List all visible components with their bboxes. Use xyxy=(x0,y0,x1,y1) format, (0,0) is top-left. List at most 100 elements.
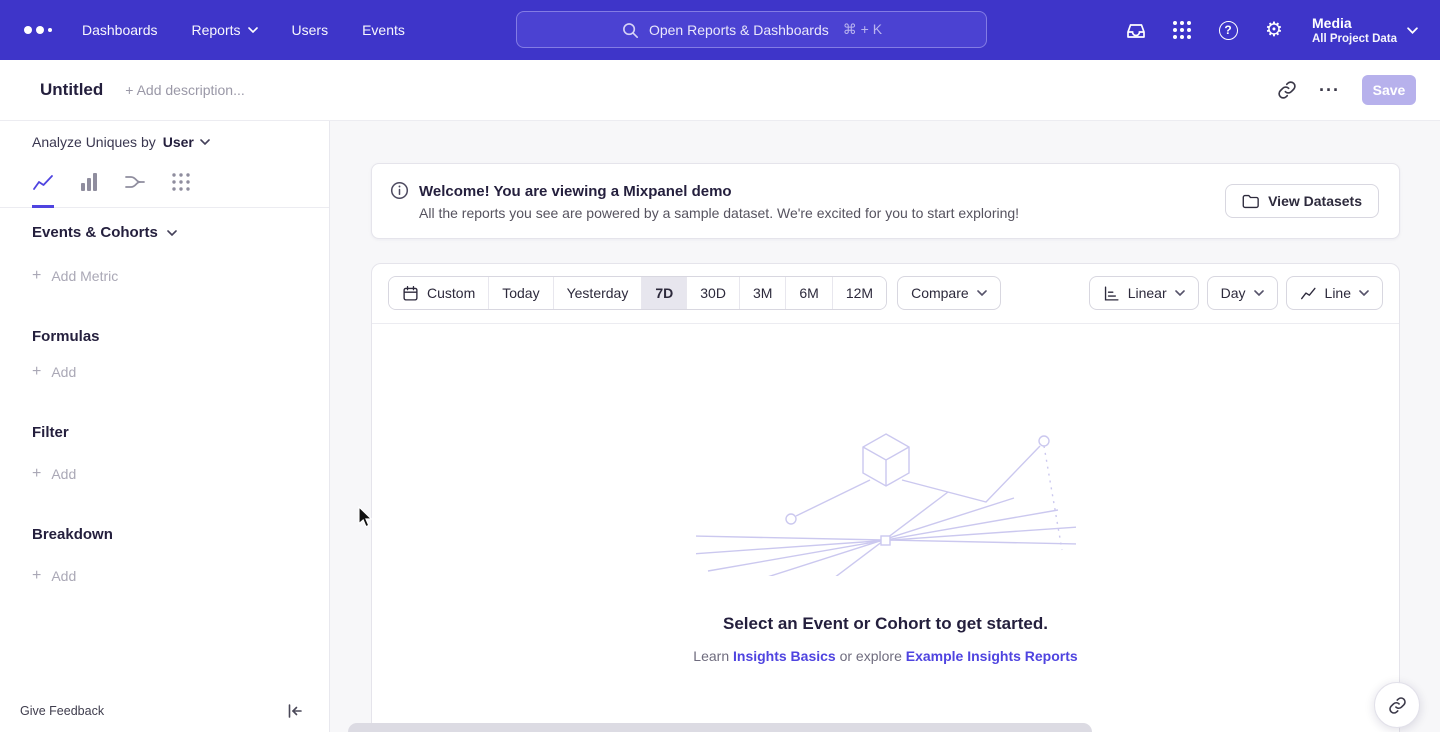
tab-more-charts[interactable] xyxy=(170,171,192,207)
date-range-3m[interactable]: 3M xyxy=(740,277,786,309)
search-placeholder: Open Reports & Dashboards xyxy=(649,22,829,38)
bar-chart-icon xyxy=(78,171,100,193)
date-range-30d[interactable]: 30D xyxy=(687,277,740,309)
insights-basics-link[interactable]: Insights Basics xyxy=(733,648,836,664)
query-builder-sidebar: Analyze Uniques by User Events & Cohorts xyxy=(0,121,330,732)
example-reports-link[interactable]: Example Insights Reports xyxy=(906,648,1078,664)
copy-link-icon[interactable] xyxy=(1277,80,1297,100)
chevron-down-icon xyxy=(1175,290,1185,296)
folder-icon xyxy=(1242,194,1259,209)
main-content: Welcome! You are viewing a Mixpanel demo… xyxy=(331,121,1440,732)
add-breakdown-label: Add xyxy=(51,568,76,584)
nav-reports[interactable]: Reports xyxy=(192,22,258,38)
chart-type-dropdown[interactable]: Line xyxy=(1286,276,1383,310)
dots-grid-icon xyxy=(170,171,192,193)
analyze-value-dropdown[interactable]: User xyxy=(163,134,210,150)
sidebar-footer: Give Feedback xyxy=(0,696,329,732)
add-filter-button[interactable]: + Add xyxy=(32,466,76,482)
report-header-actions: ··· Save xyxy=(1277,75,1416,105)
sankey-flow-icon xyxy=(124,171,146,193)
compare-dropdown[interactable]: Compare xyxy=(897,276,1001,310)
add-metric-button[interactable]: + Add Metric xyxy=(32,268,118,284)
chevron-down-icon xyxy=(248,27,258,33)
scale-label: Linear xyxy=(1128,285,1167,301)
middle-text: or explore xyxy=(840,648,902,664)
wireframe-illustration xyxy=(696,424,1076,576)
date-range-today[interactable]: Today xyxy=(489,277,553,309)
help-icon[interactable]: ? xyxy=(1216,18,1240,42)
settings-gear-icon[interactable]: ⚙ xyxy=(1262,18,1286,42)
nav-reports-label: Reports xyxy=(192,22,241,38)
report-header: Untitled + Add description... ··· Save xyxy=(0,60,1440,121)
view-datasets-label: View Datasets xyxy=(1268,193,1362,209)
give-feedback-link[interactable]: Give Feedback xyxy=(20,704,104,718)
mixpanel-app: Dashboards Reports Users Events Open Rep… xyxy=(0,0,1440,732)
date-range-custom[interactable]: Custom xyxy=(389,277,489,309)
date-range-6m[interactable]: 6M xyxy=(786,277,832,309)
nav-dashboards-label: Dashboards xyxy=(82,22,158,38)
top-navbar: Dashboards Reports Users Events Open Rep… xyxy=(0,0,1440,60)
nav-dashboards[interactable]: Dashboards xyxy=(82,22,158,38)
events-cohorts-label: Events & Cohorts xyxy=(32,224,158,241)
nav-events[interactable]: Events xyxy=(362,22,405,38)
help-glyph: ? xyxy=(1219,21,1238,40)
filter-heading: Filter xyxy=(32,424,69,441)
chevron-down-icon xyxy=(977,290,987,296)
add-filter-label: Add xyxy=(51,466,76,482)
breakdown-heading: Breakdown xyxy=(32,526,113,543)
chart-type-tabs xyxy=(0,171,329,208)
analyze-uniques-row: Analyze Uniques by User xyxy=(32,134,210,150)
tab-bar-chart[interactable] xyxy=(78,171,100,207)
view-datasets-button[interactable]: View Datasets xyxy=(1225,184,1379,218)
inbox-icon[interactable] xyxy=(1124,18,1148,42)
bottom-drawer-handle[interactable] xyxy=(348,723,1092,732)
tab-flows-chart[interactable] xyxy=(124,171,146,207)
nav-users[interactable]: Users xyxy=(292,22,329,38)
more-options-icon[interactable]: ··· xyxy=(1319,80,1340,101)
line-chart-icon xyxy=(1300,285,1317,302)
granularity-label: Day xyxy=(1221,285,1246,301)
apps-grid-icon[interactable] xyxy=(1170,18,1194,42)
learn-prefix: Learn xyxy=(693,648,729,664)
report-title[interactable]: Untitled xyxy=(40,80,103,100)
linear-scale-icon xyxy=(1103,285,1120,302)
plus-icon: + xyxy=(32,568,41,584)
empty-state-title: Select an Event or Cohort to get started… xyxy=(372,614,1399,634)
mixpanel-logo-icon[interactable] xyxy=(24,26,52,34)
welcome-subtitle: All the reports you see are powered by a… xyxy=(419,205,1019,221)
plus-icon: + xyxy=(32,268,41,284)
share-link-fab[interactable] xyxy=(1374,682,1420,728)
search-shortcut: ⌘ + K xyxy=(843,21,882,38)
link-icon xyxy=(1388,696,1407,715)
project-switcher[interactable]: Media All Project Data xyxy=(1312,15,1418,46)
global-search[interactable]: Open Reports & Dashboards ⌘ + K xyxy=(516,11,987,48)
add-breakdown-button[interactable]: + Add xyxy=(32,568,76,584)
save-button[interactable]: Save xyxy=(1362,75,1416,105)
date-range-7d[interactable]: 7D xyxy=(642,277,687,309)
chart-type-label: Line xyxy=(1325,285,1351,301)
analyze-value: User xyxy=(163,134,194,150)
add-formula-button[interactable]: + Add xyxy=(32,364,76,380)
info-icon xyxy=(390,181,409,200)
gear-glyph: ⚙ xyxy=(1265,20,1283,40)
granularity-dropdown[interactable]: Day xyxy=(1207,276,1278,310)
search-icon xyxy=(621,21,639,39)
chevron-down-icon xyxy=(1359,290,1369,296)
welcome-banner: Welcome! You are viewing a Mixpanel demo… xyxy=(371,163,1400,239)
events-cohorts-section-header[interactable]: Events & Cohorts xyxy=(32,224,177,241)
report-toolbar: Custom Today Yesterday 7D 30D 3M 6M 12M … xyxy=(372,264,1399,324)
welcome-title: Welcome! You are viewing a Mixpanel demo xyxy=(419,183,1019,200)
report-description-placeholder[interactable]: + Add description... xyxy=(125,82,244,98)
navbar-right: ? ⚙ Media All Project Data xyxy=(1124,0,1418,60)
tab-line-chart[interactable] xyxy=(32,171,54,208)
scale-dropdown[interactable]: Linear xyxy=(1089,276,1199,310)
chevron-down-icon xyxy=(200,139,210,145)
collapse-sidebar-icon[interactable] xyxy=(287,704,303,718)
add-metric-label: Add Metric xyxy=(51,268,118,284)
chevron-down-icon xyxy=(167,230,177,236)
insights-report-card: Custom Today Yesterday 7D 30D 3M 6M 12M … xyxy=(371,263,1400,732)
date-range-12m[interactable]: 12M xyxy=(833,277,886,309)
date-range-segmented-control: Custom Today Yesterday 7D 30D 3M 6M 12M xyxy=(388,276,887,310)
date-range-yesterday[interactable]: Yesterday xyxy=(554,277,643,309)
project-name: Media xyxy=(1312,15,1397,32)
